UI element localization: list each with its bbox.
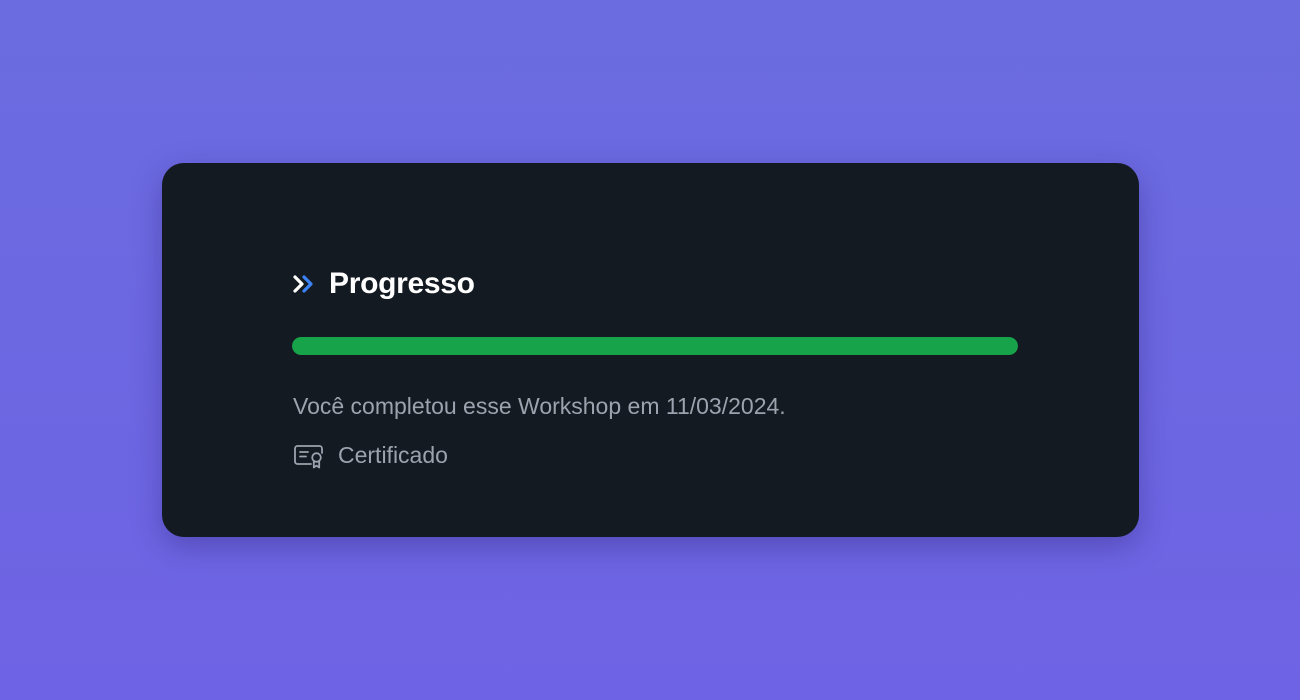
double-chevron-right-icon [293,275,313,293]
completion-message: Você completou esse Workshop em 11/03/20… [293,393,786,419]
certificate-link[interactable]: Certificado [293,442,448,469]
card-title: Progresso [329,267,475,300]
progress-bar-fill [292,337,1018,355]
progress-bar [292,337,1018,355]
progress-card: Progresso Você completou esse Workshop e… [162,163,1139,537]
certificate-label: Certificado [338,442,448,468]
certificate-icon [294,444,323,468]
card-header: Progresso [292,263,475,305]
